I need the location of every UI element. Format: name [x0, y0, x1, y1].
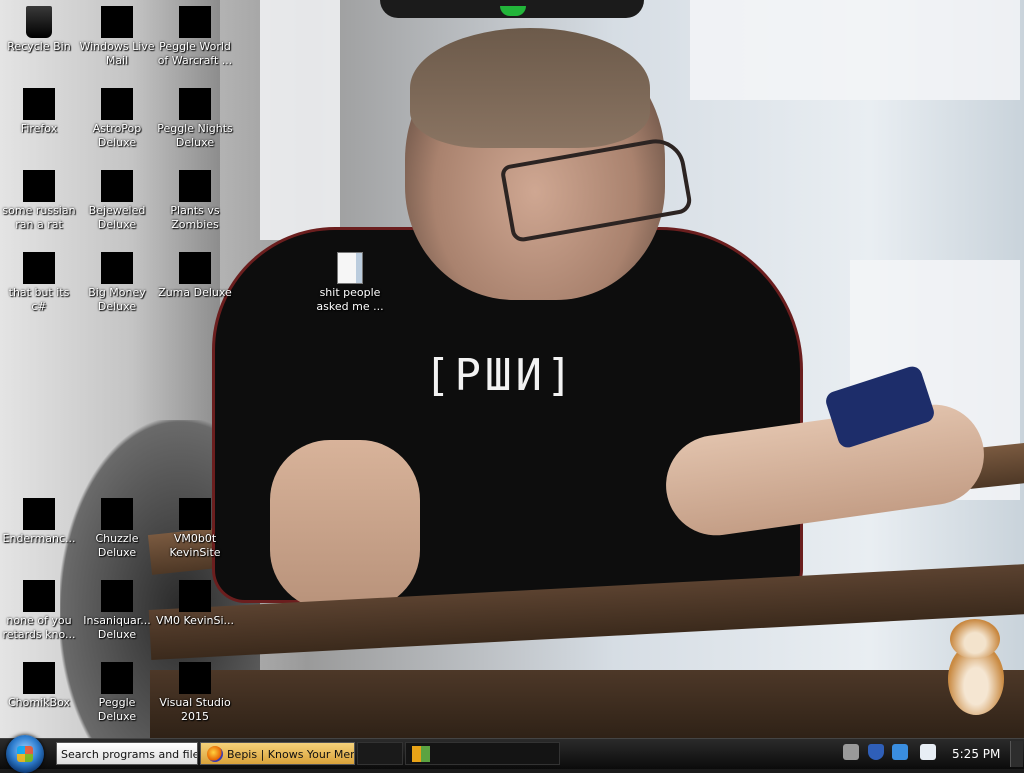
icon-label: Peggle World of Warcraft ... [157, 40, 233, 67]
desktop-icon-peggle-deluxe[interactable]: Peggle Deluxe [78, 662, 156, 724]
desktop-icon-zuma[interactable]: Zuma Deluxe [156, 252, 234, 300]
icon-label: Zuma Deluxe [158, 286, 232, 299]
icon-label: VM0 KevinSi... [156, 614, 235, 627]
icon-label: Big Money Deluxe [88, 286, 146, 313]
app-icon [101, 88, 133, 120]
icon-label: VM0b0t KevinSite [169, 532, 221, 559]
desktop-icon-peggle-nights[interactable]: Peggle Nights Deluxe [156, 88, 234, 150]
app-icon [179, 88, 211, 120]
window-frame [260, 0, 340, 240]
icon-label: Chuzzle Deluxe [95, 532, 139, 559]
tray-app-icon[interactable] [920, 744, 936, 760]
desktop-icon-bejeweled[interactable]: Bejeweled Deluxe [78, 170, 156, 232]
start-button[interactable] [6, 735, 44, 773]
icon-label: some russian ran a rat [2, 204, 76, 231]
desktop-icon-vm0-kevinsite[interactable]: VM0 KevinSi... [156, 580, 234, 628]
desktop-icon-that-but-csharp[interactable]: that but its c# [0, 252, 78, 314]
hamster-head [950, 619, 1000, 659]
desktop-icon-endermanc[interactable]: Endermanc... [0, 498, 78, 546]
network-icon[interactable] [843, 744, 859, 760]
desktop-icon-chomikbox[interactable]: ChomikBox [0, 662, 78, 710]
desktop-icon-visual-studio[interactable]: Visual Studio 2015 [156, 662, 234, 724]
desktop-icon-insaniquarium[interactable]: Insaniquar... Deluxe [78, 580, 156, 642]
app-icon [23, 498, 55, 530]
app-icon [179, 6, 211, 38]
app-icon [101, 252, 133, 284]
app-icon [179, 662, 211, 694]
icon-label: that but its c# [8, 286, 70, 313]
icon-label: AstroPop Deluxe [92, 122, 142, 149]
clock[interactable]: 5:25 PM [952, 747, 1000, 761]
taskbar-button-label: Bepis | Knows Your Mem [227, 748, 355, 761]
file-icon [337, 252, 363, 284]
app-icon [101, 580, 133, 612]
app-icon [179, 498, 211, 530]
icon-label: Peggle Deluxe [97, 696, 137, 723]
recycle-bin-icon [26, 6, 52, 38]
app-icon [23, 88, 55, 120]
desktop-icon-text-file[interactable]: shit people asked me ... [311, 252, 389, 314]
taskbar-firefox-button[interactable]: Bepis | Knows Your Mem [200, 742, 355, 765]
icon-label: none of you retards kno... [2, 614, 76, 641]
taskbar: Search programs and files Bepis | Knows … [0, 735, 1024, 773]
taskbar-button[interactable] [357, 742, 403, 765]
icon-label: Endermanc... [2, 532, 76, 545]
desktop-icon-peggle-wow[interactable]: Peggle World of Warcraft ... [156, 6, 234, 68]
icon-label: ChomikBox [8, 696, 70, 709]
show-desktop-button[interactable] [1010, 741, 1023, 767]
taskbar-search-button[interactable]: Search programs and files [56, 742, 198, 765]
desktop-icon-plants-vs-zombies[interactable]: Plants vs Zombies [156, 170, 234, 232]
shirt-text: [РШИ] [424, 350, 577, 401]
app-icon [23, 170, 55, 202]
app-icon [101, 6, 133, 38]
icon-label: Recycle Bin [7, 40, 71, 53]
icon-label: Plants vs Zombies [170, 204, 220, 231]
icon-label: Windows Live Mail [79, 40, 155, 67]
app-icon [101, 170, 133, 202]
person-hair [410, 28, 650, 148]
icon-label: Visual Studio 2015 [159, 696, 231, 723]
app-icon [23, 580, 55, 612]
desk [150, 670, 1024, 738]
desktop-icon-none-of-you[interactable]: none of you retards kno... [0, 580, 78, 642]
desktop-icon-russian-rat[interactable]: some russian ran a rat [0, 170, 78, 232]
app-icon [179, 170, 211, 202]
desktop-icon-astropop[interactable]: AstroPop Deluxe [78, 88, 156, 150]
icon-label: shit people asked me ... [316, 286, 384, 313]
person-arm [270, 440, 420, 610]
icon-label: Firefox [20, 122, 58, 135]
desktop-icon-firefox[interactable]: Firefox [0, 88, 78, 136]
icon-label: Bejeweled Deluxe [88, 204, 146, 231]
window-frame [690, 0, 1020, 100]
desktop-icon-big-money[interactable]: Big Money Deluxe [78, 252, 156, 314]
shield-icon[interactable] [868, 744, 884, 760]
app-icon [101, 662, 133, 694]
icon-label: Peggle Nights Deluxe [157, 122, 233, 149]
app-icon [23, 252, 55, 284]
desktop-icon-chuzzle[interactable]: Chuzzle Deluxe [78, 498, 156, 560]
windows-logo-icon [17, 746, 33, 762]
tray-app-icon[interactable] [892, 744, 908, 760]
desktop-icon-vm0b0t[interactable]: VM0b0t KevinSite [156, 498, 234, 560]
app-icon [412, 746, 430, 762]
app-icon [101, 498, 133, 530]
icon-label: Insaniquar... Deluxe [83, 614, 151, 641]
taskbar-button-label: Search programs and files [61, 748, 198, 761]
desktop-icon-recycle-bin[interactable]: Recycle Bin [0, 6, 78, 54]
firefox-icon [207, 746, 223, 762]
app-icon [179, 252, 211, 284]
desktop-icon-windows-live-mail[interactable]: Windows Live Mail [78, 6, 156, 68]
app-icon [23, 662, 55, 694]
app-icon [179, 580, 211, 612]
taskbar-app-button[interactable] [405, 742, 560, 765]
hamster-desktop-pet[interactable] [940, 615, 1010, 720]
